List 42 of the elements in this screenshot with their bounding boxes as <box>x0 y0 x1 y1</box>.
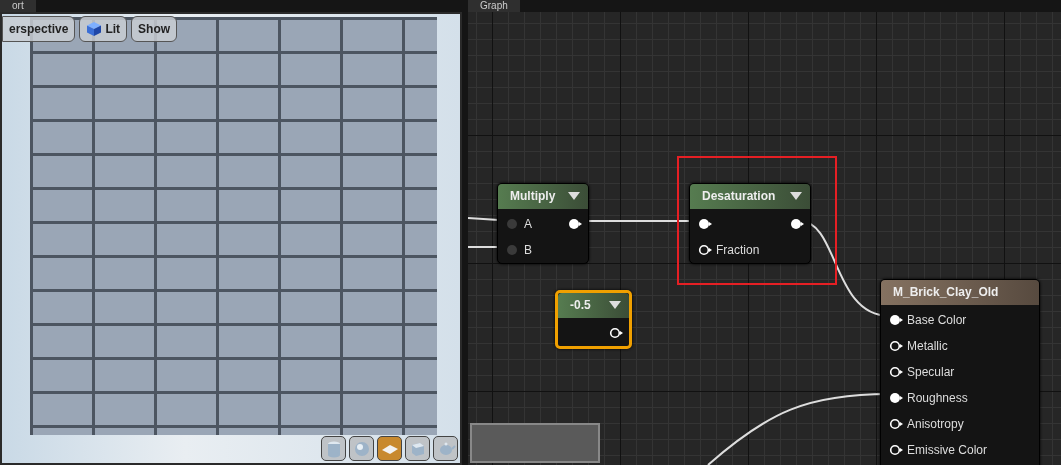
cube-icon <box>86 21 103 37</box>
pin-label: B <box>524 242 532 259</box>
node-title: -0.5 <box>570 297 591 314</box>
pin-label: Specular <box>907 364 955 381</box>
preview-shape-button[interactable] <box>321 436 346 461</box>
node-title: Multiply <box>510 188 556 205</box>
graph-node[interactable]: Desaturation Fraction <box>689 183 811 264</box>
pin-label: Metallic <box>907 338 948 355</box>
viewport-tab[interactable]: ort <box>0 0 36 12</box>
pin-label: A <box>524 216 532 233</box>
hollow-pin-icon[interactable] <box>889 340 903 352</box>
hollow-pin-icon[interactable] <box>889 418 903 430</box>
preview-shape-button[interactable] <box>433 436 458 461</box>
node-title: M_Brick_Clay_Old <box>893 284 999 301</box>
graph-node[interactable]: -0.5 <box>555 290 632 349</box>
pin-icon[interactable] <box>698 218 712 230</box>
pin-label: Roughness <box>907 390 968 407</box>
pin-label: Fraction <box>716 242 760 259</box>
graph-tab[interactable]: Graph <box>468 0 520 12</box>
pin-label: Anisotropy <box>907 416 964 433</box>
graph-node[interactable]: M_Brick_Clay_Old Base Color Metallic Specular Roughness Anisotropy Emissive Color <box>880 279 1040 465</box>
pin-icon[interactable] <box>568 218 582 230</box>
hollow-pin-icon[interactable] <box>609 327 623 339</box>
toolbar-button[interactable]: Lit <box>79 16 128 42</box>
pin-icon[interactable] <box>889 392 903 404</box>
hollow-pin-icon[interactable] <box>889 366 903 378</box>
pin-label: Emissive Color <box>907 442 987 459</box>
node-title: Desaturation <box>702 188 776 205</box>
pin-icon[interactable] <box>889 314 903 326</box>
caret-icon[interactable] <box>609 300 621 310</box>
toolbar-button[interactable]: erspective <box>2 16 76 42</box>
caret-icon[interactable] <box>568 191 580 201</box>
hollow-pin-icon[interactable] <box>889 444 903 456</box>
toolbar-button[interactable]: Show <box>131 16 178 42</box>
preview-shape-button[interactable] <box>405 436 430 461</box>
preview-shape-button[interactable] <box>377 436 402 461</box>
pin-icon[interactable] <box>790 218 804 230</box>
preview-shape-button[interactable] <box>349 436 374 461</box>
pin-label: Base Color <box>907 312 967 329</box>
caret-icon[interactable] <box>790 191 802 201</box>
hollow-pin-icon[interactable] <box>698 244 712 256</box>
graph-node[interactable]: Multiply A B <box>497 183 589 264</box>
